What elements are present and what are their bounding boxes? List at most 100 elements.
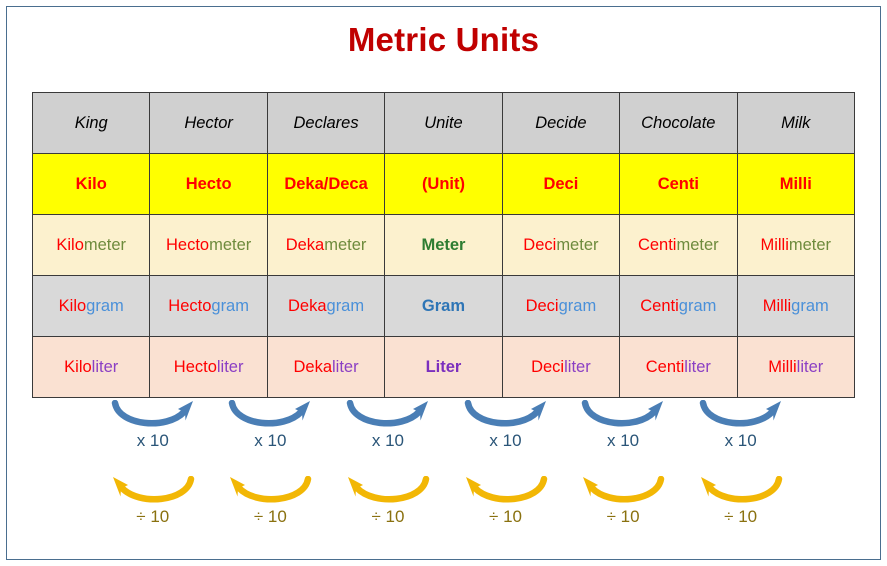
unit-cell-liter: Hectoliter bbox=[149, 336, 268, 398]
mnemonic-cell: Declares bbox=[266, 92, 386, 154]
mnemonic-label: Hector bbox=[184, 113, 233, 132]
mnemonic-cell: Milk bbox=[736, 92, 856, 154]
table-row-liter: Kiloliter Hectoliter Dekaliter Liter Decilit… bbox=[31, 336, 856, 398]
divide-arrow-group: ÷ 10 bbox=[91, 476, 215, 544]
mnemonic-cell: Hector bbox=[149, 92, 268, 154]
multiply-arrow-label: x 10 bbox=[489, 431, 522, 450]
multiply-arrow-group: x 10 bbox=[91, 400, 215, 468]
unit-cell-meter: Hectometer bbox=[149, 214, 268, 276]
mnemonic-cell: Unite bbox=[384, 92, 503, 154]
unit-prefix-part: Deka bbox=[287, 296, 327, 315]
unit-cell-gram: Kilogram bbox=[31, 275, 151, 337]
divide-arrow-group: ÷ 10 bbox=[208, 476, 332, 544]
multiply-arrow-group: x 10 bbox=[208, 400, 332, 468]
unit-prefix-part: Centi bbox=[645, 357, 685, 376]
prefix-label: Deka/Deca bbox=[284, 174, 368, 193]
prefix-cell: Centi bbox=[619, 153, 738, 215]
unit-cell-meter: Centimeter bbox=[619, 214, 738, 276]
table-row-mnemonic: King Hector Declares Unite Decide Chocolate Mi… bbox=[31, 92, 856, 154]
page-title: Metric Units bbox=[347, 21, 540, 58]
unit-base-part: gram bbox=[678, 296, 717, 315]
unit-cell-liter: Deciliter bbox=[501, 336, 621, 398]
mnemonic-cell: Decide bbox=[501, 92, 621, 154]
unit-cell-meter: Meter bbox=[384, 214, 503, 276]
unit-cell-meter: Kilometer bbox=[31, 214, 151, 276]
divide-arrow-label: ÷ 10 bbox=[371, 507, 405, 526]
unit-cell-liter: Liter bbox=[384, 336, 503, 398]
unit-base-part: liter bbox=[796, 357, 824, 376]
unit-cell-meter: Millimeter bbox=[736, 214, 856, 276]
unit-cell-gram: Decigram bbox=[501, 275, 621, 337]
unit-cell-liter: Centiliter bbox=[619, 336, 738, 398]
multiply-arrow-group: x 10 bbox=[326, 400, 450, 468]
metric-units-poster: Metric Units King Hector Declares Unite Deci… bbox=[0, 0, 887, 566]
mnemonic-label: King bbox=[74, 113, 108, 132]
table-row-gram: Kilogram Hectogram Dekagram Gram Decigram Cen… bbox=[31, 275, 856, 337]
divide-arrow-label: ÷ 10 bbox=[724, 507, 758, 526]
metric-units-table: King Hector Declares Unite Decide Chocolate Mi… bbox=[31, 92, 856, 398]
unit-prefix-part: Centi bbox=[640, 296, 679, 315]
divide-arrow-group: ÷ 10 bbox=[561, 476, 685, 544]
unit-cell-liter: Milliliter bbox=[736, 336, 856, 398]
mnemonic-label: Decide bbox=[535, 113, 587, 132]
unit-cell-gram: Hectogram bbox=[149, 275, 268, 337]
unit-prefix-part: Milli bbox=[762, 296, 792, 315]
multiply-arrow-label: x 10 bbox=[606, 431, 640, 450]
prefix-label: Milli bbox=[779, 174, 812, 193]
unit-base-part: liter bbox=[332, 357, 359, 376]
unit-cell-liter: Kiloliter bbox=[31, 336, 151, 398]
divide-arrow-label: ÷ 10 bbox=[136, 507, 170, 526]
prefix-label: (Unit) bbox=[421, 174, 466, 193]
unit-prefix-part: Deci bbox=[531, 357, 565, 376]
mnemonic-cell: Chocolate bbox=[619, 92, 738, 154]
unit-base-part: gram bbox=[558, 296, 597, 315]
unit-base-part: meter bbox=[676, 235, 719, 254]
unit-base-part: gram bbox=[791, 296, 829, 315]
prefix-label: Centi bbox=[657, 174, 699, 193]
unit-base-part: meter bbox=[788, 235, 832, 254]
divide-arrow-group: ÷ 10 bbox=[679, 476, 803, 544]
unit-prefix-part: Hecto bbox=[173, 357, 217, 376]
unit-cell-gram: Centigram bbox=[619, 275, 738, 337]
table-row-prefix: Kilo Hecto Deka/Deca (Unit) Deci Centi Milli bbox=[31, 153, 856, 215]
unit-base-part: liter bbox=[216, 357, 244, 376]
unit-base-part: gram bbox=[326, 296, 365, 315]
multiply-arrow-label: x 10 bbox=[136, 431, 169, 450]
unit-base-part: gram bbox=[211, 296, 249, 315]
divide-arrow-label: ÷ 10 bbox=[489, 507, 522, 526]
divide-arrow-band: ÷ 10 ÷ 10 ÷ 10 ÷ 10 ÷ 10 ÷ 10 bbox=[32, 476, 855, 544]
unit-base-part: meter bbox=[83, 235, 127, 254]
unit-cell-meter: Decimeter bbox=[501, 214, 621, 276]
base-unit-label: Gram bbox=[421, 296, 466, 315]
unit-prefix-part: Deci bbox=[525, 296, 559, 315]
prefix-cell: Kilo bbox=[31, 153, 151, 215]
unit-prefix-part: Centi bbox=[637, 235, 677, 254]
unit-base-part: liter bbox=[91, 357, 119, 376]
unit-prefix-part: Hecto bbox=[165, 235, 210, 254]
multiply-arrow-band: x 10 x 10 x 10 x 10 x 10 x 10 bbox=[32, 400, 855, 468]
mnemonic-cell: King bbox=[31, 92, 151, 154]
divide-arrow-label: ÷ 10 bbox=[253, 507, 287, 526]
mnemonic-label: Unite bbox=[424, 113, 463, 132]
multiply-arrow-group: x 10 bbox=[679, 400, 803, 468]
unit-prefix-part: Kilo bbox=[64, 357, 92, 376]
unit-prefix-part: Milli bbox=[760, 235, 789, 254]
multiply-arrow-label: x 10 bbox=[254, 431, 287, 450]
divide-arrow-group: ÷ 10 bbox=[444, 476, 568, 544]
unit-prefix-part: Milli bbox=[768, 357, 797, 376]
base-unit-label: Meter bbox=[421, 235, 466, 254]
prefix-cell: Hecto bbox=[149, 153, 268, 215]
unit-cell-meter: Dekameter bbox=[266, 214, 386, 276]
unit-base-part: meter bbox=[556, 235, 599, 254]
prefix-label: Hecto bbox=[185, 174, 232, 193]
prefix-cell: Deka/Deca bbox=[266, 153, 386, 215]
prefix-label: Deci bbox=[543, 174, 579, 193]
multiply-arrow-group: x 10 bbox=[561, 400, 685, 468]
prefix-cell: (Unit) bbox=[384, 153, 503, 215]
base-unit-label: Liter bbox=[425, 357, 462, 376]
mnemonic-label: Milk bbox=[781, 113, 811, 132]
unit-cell-gram: Milligram bbox=[736, 275, 856, 337]
mnemonic-label: Declares bbox=[293, 113, 359, 132]
unit-base-part: meter bbox=[324, 235, 367, 254]
unit-base-part: liter bbox=[564, 357, 591, 376]
